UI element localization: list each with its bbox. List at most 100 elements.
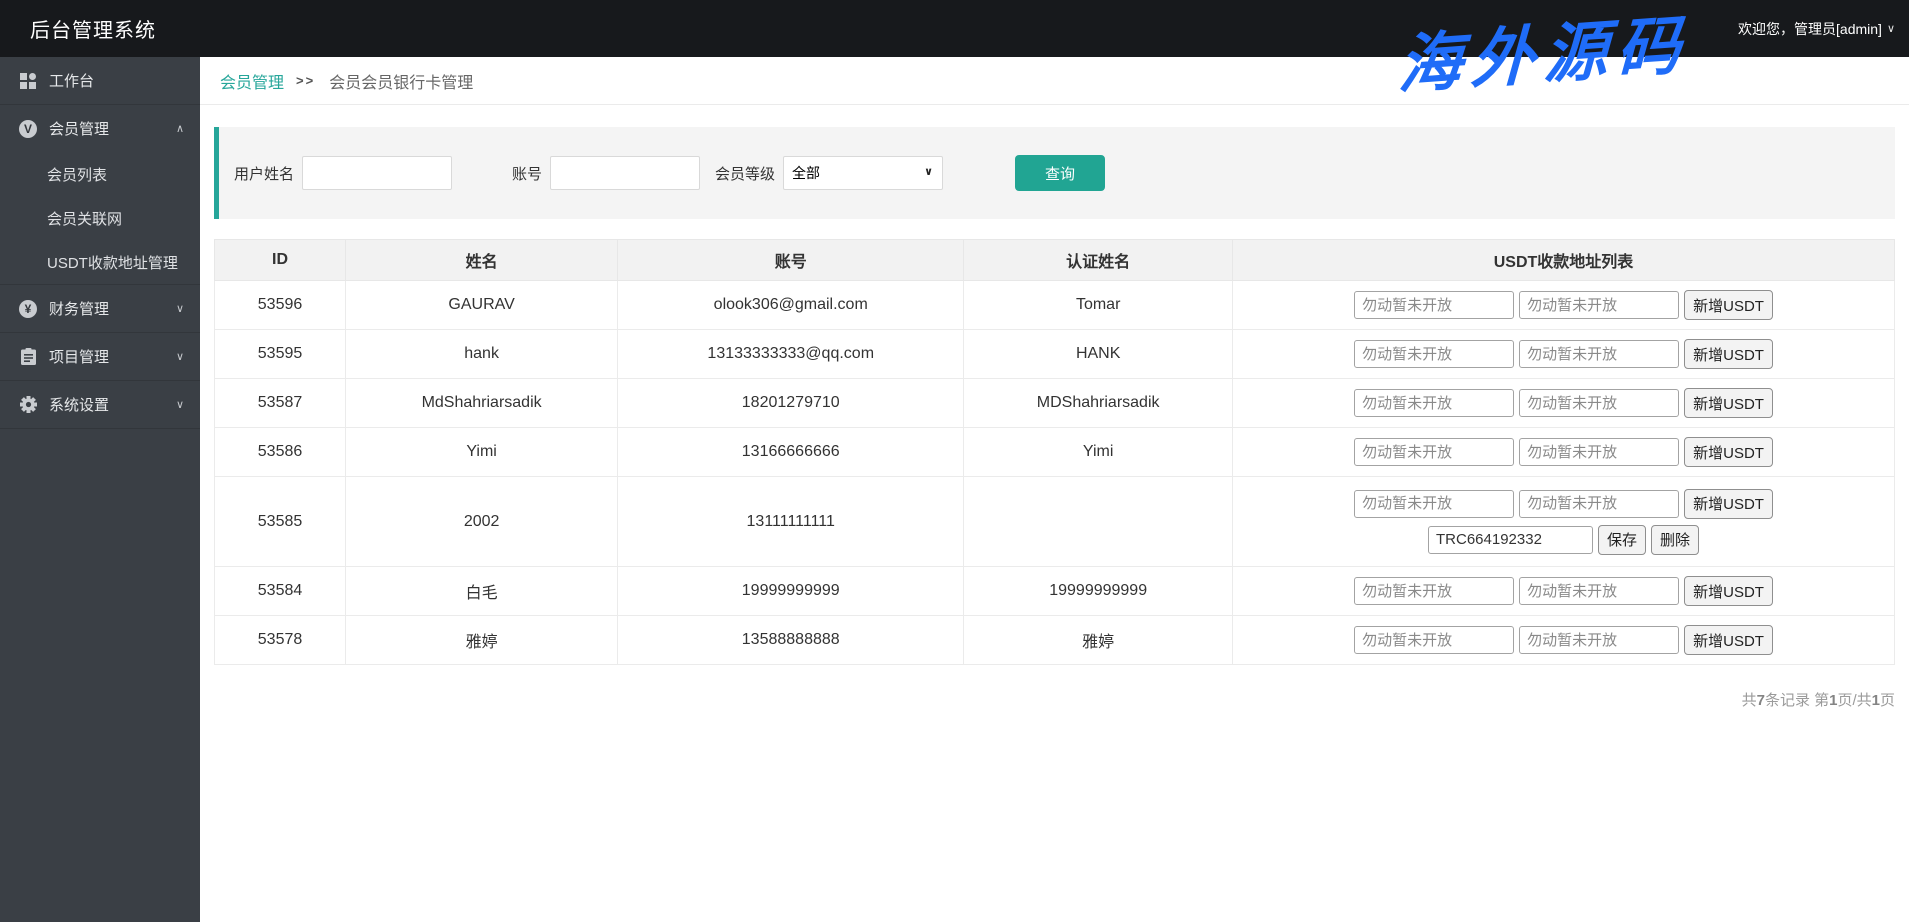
sidebar-subitem-member-network[interactable]: 会员关联网: [0, 196, 200, 240]
user-menu[interactable]: 欢迎您，管理员[admin] ∨: [1738, 19, 1895, 39]
add-usdt-button[interactable]: 新增USDT: [1684, 488, 1773, 519]
sidebar-subitem-label: 会员关联网: [47, 210, 123, 228]
member-level-select-wrap: 全部 ∨: [783, 156, 944, 190]
pagination-separator: 页/共: [1837, 692, 1872, 709]
members-table: ID 姓名 账号 认证姓名 USDT收款地址列表 53596 GAURAV olook306…: [213, 239, 1895, 665]
table-row: 53578雅婷13588888888雅婷新增USDT: [213, 615, 1895, 665]
add-usdt-button[interactable]: 新增USDT: [1684, 290, 1773, 320]
filter-panel: 用户姓名 账号 会员等级 全部 ∨ 查询: [214, 127, 1895, 219]
chevron-down-icon: ∨: [175, 351, 184, 363]
table-row: 53584白毛1999999999919999999999新增USDT: [213, 566, 1895, 616]
sidebar-section-system-settings: 系统设置 ∨: [0, 381, 200, 429]
sidebar-section-workbench: 工作台: [0, 57, 200, 105]
sidebar-section-project-management: 项目管理 ∨: [0, 333, 200, 381]
col-usdt-list: USDT收款地址列表: [1232, 239, 1895, 281]
cell-account: 19999999999: [617, 566, 965, 616]
usdt-address-input-1[interactable]: [1354, 389, 1515, 417]
add-usdt-button[interactable]: 新增USDT: [1684, 437, 1773, 467]
usdt-address-input-1[interactable]: [1354, 291, 1515, 319]
cell-verified-name: Yimi: [963, 427, 1234, 477]
account-input[interactable]: [550, 156, 701, 190]
cell-name: GAURAV: [345, 280, 619, 330]
usdt-address-input-2[interactable]: [1519, 577, 1680, 605]
usdt-input-line: 新增USDT: [1237, 388, 1890, 418]
cell-name: MdShahriarsadik: [345, 378, 619, 428]
sidebar-item-finance-management[interactable]: ¥ 财务管理 ∨: [0, 285, 200, 332]
chevron-down-icon: ∨: [175, 399, 184, 411]
add-usdt-button[interactable]: 新增USDT: [1684, 625, 1773, 655]
usdt-input-line: 新增USDT: [1237, 488, 1890, 519]
usdt-address-input-2[interactable]: [1519, 291, 1680, 319]
usdt-input-line: 新增USDT: [1237, 576, 1890, 606]
cell-id: 53596: [213, 280, 347, 330]
cell-verified-name: 雅婷: [963, 615, 1234, 665]
cell-usdt-list: 新增USDT: [1232, 427, 1895, 477]
cell-usdt-list: 新增USDT: [1232, 329, 1895, 379]
usdt-address-input-1[interactable]: [1354, 489, 1515, 518]
sidebar-item-label: 会员管理: [49, 121, 110, 138]
usdt-input-line: 新增USDT: [1237, 625, 1890, 655]
usdt-input-line: 新增USDT: [1237, 339, 1890, 369]
cell-name: 雅婷: [345, 615, 619, 665]
sidebar-item-workbench[interactable]: 工作台: [0, 57, 200, 104]
usdt-address-input-1[interactable]: [1354, 438, 1515, 466]
save-button[interactable]: 保存: [1598, 524, 1647, 555]
breadcrumb-link-member-management[interactable]: 会员管理: [220, 69, 284, 93]
cell-id: 53584: [213, 566, 347, 616]
member-level-label: 会员等级: [715, 165, 776, 183]
usdt-address-input-1[interactable]: [1354, 626, 1515, 654]
member-level-select[interactable]: 全部: [783, 156, 944, 190]
username-label: 用户姓名: [234, 165, 295, 183]
usdt-address-input-2[interactable]: [1519, 489, 1680, 518]
sidebar-item-label: 系统设置: [49, 397, 110, 414]
sidebar-item-system-settings[interactable]: 系统设置 ∨: [0, 381, 200, 428]
cell-id: 53587: [213, 378, 347, 428]
sidebar-subitem-label: USDT收款地址管理: [47, 254, 178, 272]
add-usdt-button[interactable]: 新增USDT: [1684, 339, 1773, 369]
usdt-address-input-2[interactable]: [1519, 340, 1680, 368]
saved-usdt-address-input[interactable]: [1428, 525, 1594, 554]
cell-account: 18201279710: [617, 378, 965, 428]
usdt-address-input-1[interactable]: [1354, 340, 1515, 368]
sidebar-subitem-member-list[interactable]: 会员列表: [0, 152, 200, 196]
table-header-row: ID 姓名 账号 认证姓名 USDT收款地址列表: [213, 239, 1895, 281]
usdt-address-input-2[interactable]: [1519, 389, 1680, 417]
sidebar-item-label: 项目管理: [49, 349, 110, 366]
add-usdt-button[interactable]: 新增USDT: [1684, 388, 1773, 418]
cell-id: 53586: [213, 427, 347, 477]
breadcrumb-current: 会员会员银行卡管理: [329, 74, 474, 92]
saved-usdt-line: 保存删除: [1237, 524, 1890, 555]
col-account: 账号: [617, 239, 965, 281]
app-title: 后台管理系统: [30, 20, 156, 42]
breadcrumb: 会员管理 >> 会员会员银行卡管理: [200, 57, 1909, 105]
usdt-address-input-2[interactable]: [1519, 438, 1680, 466]
cell-usdt-list: 新增USDT: [1232, 280, 1895, 330]
main-content: 会员管理 >> 会员会员银行卡管理 用户姓名 账号 会员等级 全部 ∨ 查询 I…: [200, 57, 1909, 922]
col-verified-name: 认证姓名: [963, 239, 1234, 281]
delete-button[interactable]: 删除: [1651, 524, 1700, 555]
member-icon-glyph: V: [19, 119, 37, 138]
table-row: 53587 MdShahriarsadik 18201279710 MDShahria…: [213, 378, 1895, 428]
project-icon: [18, 348, 38, 365]
cell-account: 13166666666: [617, 427, 965, 477]
usdt-address-input-2[interactable]: [1519, 626, 1680, 654]
cell-usdt-list: 新增USDT: [1232, 615, 1895, 665]
cell-usdt-list: 新增USDT: [1232, 566, 1895, 616]
chevron-up-icon: ∧: [175, 123, 184, 135]
usdt-input-line: 新增USDT: [1237, 437, 1890, 467]
col-id: ID: [213, 239, 347, 281]
sidebar-item-member-management[interactable]: V 会员管理 ∧: [0, 105, 200, 152]
search-button[interactable]: 查询: [1015, 155, 1106, 191]
pagination-prefix: 共: [1741, 692, 1757, 709]
cell-verified-name: [963, 476, 1234, 567]
username-input[interactable]: [302, 156, 453, 190]
sidebar-section-finance-management: ¥ 财务管理 ∨: [0, 285, 200, 333]
usdt-address-input-1[interactable]: [1354, 577, 1515, 605]
sidebar-item-project-management[interactable]: 项目管理 ∨: [0, 333, 200, 380]
add-usdt-button[interactable]: 新增USDT: [1684, 576, 1773, 606]
table-row: 53595hank13133333333@qq.comHANK 新增USDT: [213, 329, 1895, 379]
sidebar-subitem-usdt-address-management[interactable]: USDT收款地址管理: [0, 240, 200, 284]
sidebar-subitem-label: 会员列表: [47, 166, 108, 184]
cell-verified-name: Tomar: [963, 280, 1234, 330]
breadcrumb-separator: >>: [296, 73, 316, 88]
